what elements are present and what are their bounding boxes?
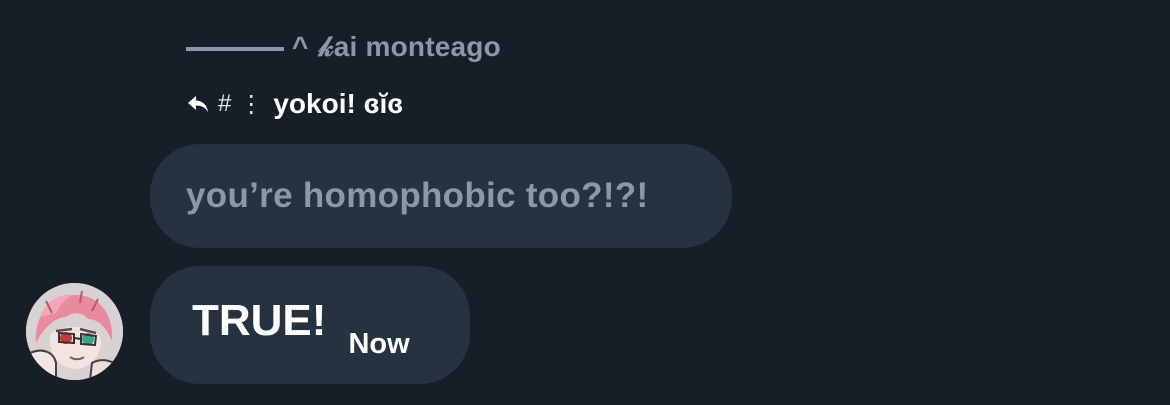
message-bubble[interactable]: TRUE! Now (150, 266, 470, 384)
reply-context: ^ 𝓀ai monteago (186, 28, 501, 66)
reply-line (186, 47, 284, 51)
reply-caret: ^ (292, 31, 309, 62)
message-text: TRUE! (192, 296, 327, 345)
dm-conversation: ^ 𝓀ai monteago # ⋮ yokoi! ɞĭɞ you’re hom… (0, 0, 1170, 405)
avatar[interactable] (26, 283, 123, 380)
reply-target[interactable]: # ⋮ yokoi! ɞĭɞ (186, 86, 403, 122)
channel-hash: # (218, 90, 232, 117)
reply-context-author[interactable]: 𝓀ai monteago (319, 31, 501, 64)
reply-target-name: yokoi! ɞĭɞ (273, 88, 404, 119)
separator: ⋮ (239, 90, 264, 118)
reply-arrow-icon (186, 92, 210, 116)
avatar-illustration (26, 283, 123, 380)
message-timestamp: Now (348, 327, 410, 360)
quoted-message-bubble[interactable]: you’re homophobic too?!?! (150, 144, 732, 248)
quoted-message-text: you’re homophobic too?!?! (186, 176, 649, 215)
